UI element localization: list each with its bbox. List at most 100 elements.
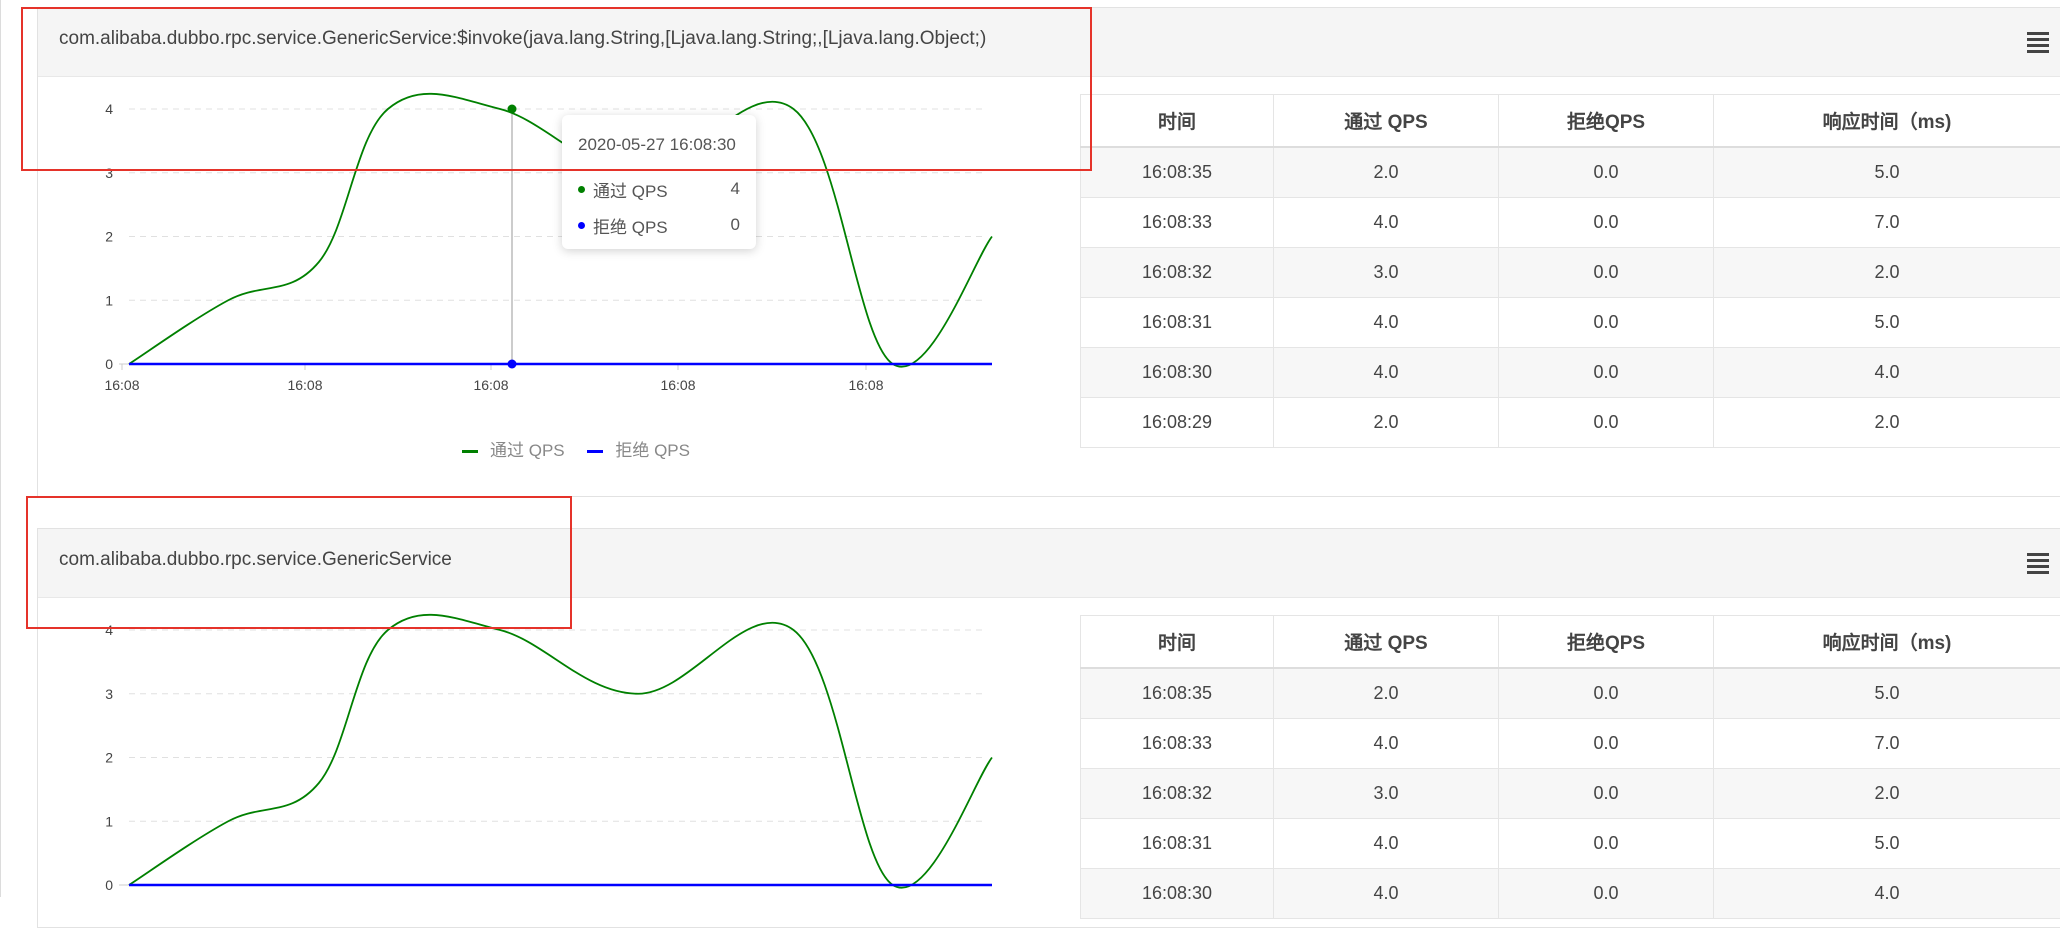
cell-rt: 5.0 <box>1714 147 2060 198</box>
cell-block-qps: 0.0 <box>1499 147 1714 198</box>
legend-label: 拒绝 QPS <box>615 441 690 460</box>
x-axis-ticks: 16:08 16:08 16:08 16:08 16:08 <box>104 364 883 393</box>
highlight-box-invoke <box>21 7 1092 171</box>
col-block-qps[interactable]: 拒绝QPS <box>1499 95 1714 148</box>
cell-time: 16:08:32 <box>1081 248 1274 298</box>
x-tick-label: 16:08 <box>104 377 139 393</box>
cell-rt: 7.0 <box>1714 719 2060 769</box>
cell-block-qps: 0.0 <box>1499 819 1714 869</box>
tooltip-series-name: 拒绝 QPS <box>593 213 731 238</box>
table-row: 16:08:323.00.02.0 <box>1081 248 2060 298</box>
cell-pass-qps: 4.0 <box>1274 198 1499 248</box>
cell-time: 16:08:31 <box>1081 819 1274 869</box>
col-pass-qps[interactable]: 通过 QPS <box>1274 616 1499 669</box>
cell-time: 16:08:35 <box>1081 668 1274 719</box>
tooltip-series-value: 0 <box>731 215 740 235</box>
table-row: 16:08:352.00.05.0 <box>1081 668 2060 719</box>
metrics-table: 时间 通过 QPS 拒绝QPS 响应时间（ms) 16:08:352.00.05… <box>1080 615 2060 919</box>
cell-pass-qps: 4.0 <box>1274 298 1499 348</box>
legend-item-block[interactable]: 拒绝 QPS <box>587 436 690 461</box>
col-rt[interactable]: 响应时间（ms) <box>1714 95 2060 148</box>
page-left-border <box>0 0 1 897</box>
col-block-qps[interactable]: 拒绝QPS <box>1499 616 1714 669</box>
cell-rt: 4.0 <box>1714 869 2060 919</box>
tooltip-row-pass: 通过 QPS 4 <box>578 171 740 207</box>
blue-dot-icon <box>578 222 585 229</box>
cell-time: 16:08:29 <box>1081 398 1274 448</box>
y-tick-label: 0 <box>105 877 113 893</box>
y-tick-label: 0 <box>105 356 113 372</box>
cell-rt: 5.0 <box>1714 819 2060 869</box>
col-pass-qps[interactable]: 通过 QPS <box>1274 95 1499 148</box>
hover-point-block <box>508 360 517 369</box>
blue-line-icon <box>587 450 603 453</box>
col-time[interactable]: 时间 <box>1081 616 1274 669</box>
x-tick-label: 16:08 <box>660 377 695 393</box>
cell-time: 16:08:33 <box>1081 198 1274 248</box>
cell-rt: 2.0 <box>1714 248 2060 298</box>
highlight-box-service <box>26 496 572 629</box>
x-tick-label: 16:08 <box>287 377 322 393</box>
table-header-row: 时间 通过 QPS 拒绝QPS 响应时间（ms) <box>1081 95 2060 148</box>
cell-rt: 2.0 <box>1714 769 2060 819</box>
cell-block-qps: 0.0 <box>1499 398 1714 448</box>
y-tick-label: 2 <box>105 750 113 766</box>
x-tick-label: 16:08 <box>848 377 883 393</box>
cell-pass-qps: 2.0 <box>1274 147 1499 198</box>
menu-icon[interactable] <box>2027 553 2049 573</box>
table-row: 16:08:323.00.02.0 <box>1081 769 2060 819</box>
table-row: 16:08:334.00.07.0 <box>1081 719 2060 769</box>
pass-qps-line <box>129 615 992 888</box>
y-tick-label: 2 <box>105 229 113 245</box>
cell-pass-qps: 4.0 <box>1274 719 1499 769</box>
legend-item-pass[interactable]: 通过 QPS <box>462 436 565 461</box>
cell-block-qps: 0.0 <box>1499 668 1714 719</box>
cell-time: 16:08:35 <box>1081 147 1274 198</box>
y-tick-label: 3 <box>105 686 113 702</box>
cell-time: 16:08:31 <box>1081 298 1274 348</box>
cell-block-qps: 0.0 <box>1499 198 1714 248</box>
menu-icon[interactable] <box>2027 32 2049 52</box>
cell-block-qps: 0.0 <box>1499 869 1714 919</box>
table-row: 16:08:304.00.04.0 <box>1081 869 2060 919</box>
cell-block-qps: 0.0 <box>1499 348 1714 398</box>
cell-pass-qps: 4.0 <box>1274 869 1499 919</box>
cell-block-qps: 0.0 <box>1499 298 1714 348</box>
cell-block-qps: 0.0 <box>1499 719 1714 769</box>
cell-time: 16:08:32 <box>1081 769 1274 819</box>
y-tick-label: 1 <box>105 292 113 308</box>
legend-label: 通过 QPS <box>490 441 565 460</box>
table-row: 16:08:314.00.05.0 <box>1081 819 2060 869</box>
cell-time: 16:08:33 <box>1081 719 1274 769</box>
chart-legend: 通过 QPS 拒绝 QPS <box>462 436 708 461</box>
table-header-row: 时间 通过 QPS 拒绝QPS 响应时间（ms) <box>1081 616 2060 669</box>
table-row: 16:08:334.00.07.0 <box>1081 198 2060 248</box>
col-time[interactable]: 时间 <box>1081 95 1274 148</box>
x-tick-label: 16:08 <box>473 377 508 393</box>
cell-time: 16:08:30 <box>1081 869 1274 919</box>
cell-block-qps: 0.0 <box>1499 769 1714 819</box>
table-row: 16:08:292.00.02.0 <box>1081 398 2060 448</box>
col-rt[interactable]: 响应时间（ms) <box>1714 616 2060 669</box>
green-dot-icon <box>578 186 585 193</box>
cell-rt: 2.0 <box>1714 398 2060 448</box>
cell-rt: 7.0 <box>1714 198 2060 248</box>
cell-pass-qps: 2.0 <box>1274 398 1499 448</box>
chart-grid <box>119 630 992 885</box>
tooltip-series-value: 4 <box>731 179 740 199</box>
cell-pass-qps: 3.0 <box>1274 248 1499 298</box>
green-line-icon <box>462 450 478 453</box>
cell-rt: 5.0 <box>1714 298 2060 348</box>
metrics-table: 时间 通过 QPS 拒绝QPS 响应时间（ms) 16:08:352.00.05… <box>1080 94 2060 448</box>
cell-rt: 4.0 <box>1714 348 2060 398</box>
cell-rt: 5.0 <box>1714 668 2060 719</box>
table-row: 16:08:314.00.05.0 <box>1081 298 2060 348</box>
y-tick-label: 1 <box>105 813 113 829</box>
tooltip-row-block: 拒绝 QPS 0 <box>578 207 740 243</box>
cell-block-qps: 0.0 <box>1499 248 1714 298</box>
cell-time: 16:08:30 <box>1081 348 1274 398</box>
cell-pass-qps: 4.0 <box>1274 348 1499 398</box>
tooltip-series-name: 通过 QPS <box>593 177 731 202</box>
cell-pass-qps: 3.0 <box>1274 769 1499 819</box>
y-axis-ticks: 01234 <box>105 622 113 893</box>
